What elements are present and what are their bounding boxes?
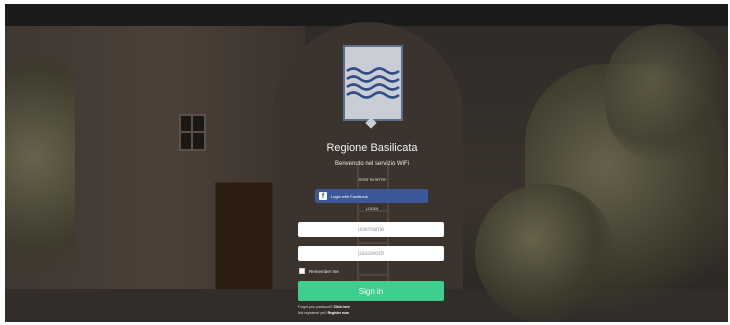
register-text: Not registered yet? [298, 311, 327, 315]
forgot-password-text: Forgot your password? [298, 305, 333, 309]
password-input[interactable] [298, 246, 444, 261]
login-screen: Regione Basilicata Benvenuto nel servizi… [5, 4, 728, 322]
login-heading: LOGIN [365, 206, 379, 211]
register-line: Not registered yet? Register now [298, 311, 444, 315]
register-link[interactable]: Register now [328, 311, 349, 315]
remember-me-label: Remember me [309, 268, 339, 274]
waves-icon [346, 67, 400, 99]
facebook-login-button[interactable]: f Login with Facebook [315, 189, 428, 203]
sign-in-button[interactable]: Sign in [298, 281, 444, 301]
forgot-password-line: Forgot your password? Click here [298, 305, 444, 309]
username-input[interactable] [298, 222, 444, 237]
region-logo [343, 45, 403, 121]
login-panel: Regione Basilicata Benvenuto nel servizi… [5, 4, 728, 322]
forgot-password-link[interactable]: Click here [334, 305, 350, 309]
remember-me-checkbox[interactable] [299, 268, 305, 274]
facebook-login-label: Login with Facebook [331, 193, 368, 199]
welcome-text: Benvenuto nel servizio WiFi [334, 161, 410, 167]
page-title: Regione Basilicata [326, 142, 418, 154]
social-heading: SIGN IN WITH [358, 178, 386, 182]
remember-me: Remember me [299, 268, 339, 274]
facebook-icon: f [319, 192, 327, 200]
